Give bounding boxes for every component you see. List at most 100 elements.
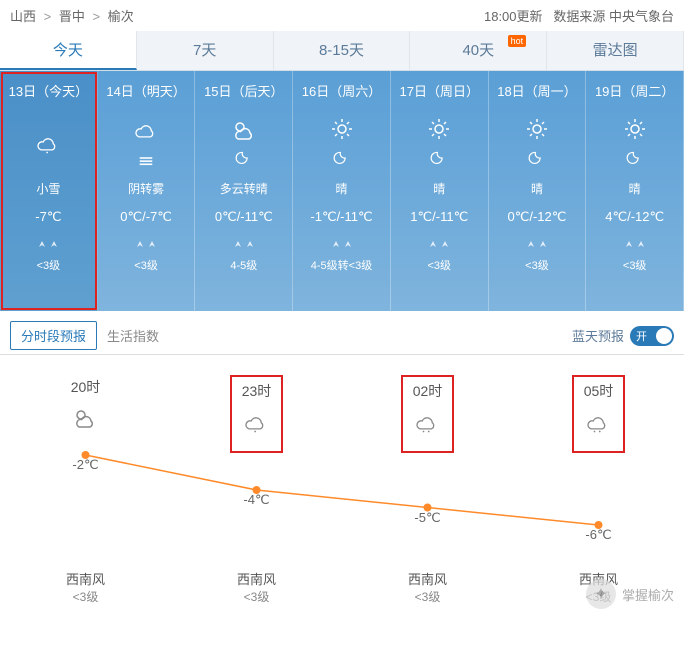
tab-8-15day[interactable]: 8-15天 — [274, 31, 411, 70]
day-desc: 晴 — [433, 180, 445, 197]
day-temp: 4℃/-12℃ — [605, 209, 664, 225]
hour-col-2: 02时 -5℃ 西南风<3级 — [342, 375, 513, 615]
bc-lvl1[interactable]: 山西 — [10, 9, 36, 24]
toggle-label: 开 — [636, 328, 647, 344]
watermark: ✦ 掌握榆次 — [586, 579, 674, 609]
hour-time: 23时 — [242, 381, 272, 401]
day-desc: 晴 — [336, 180, 348, 197]
hot-badge: hot — [508, 35, 527, 47]
hour-weather-icon — [584, 407, 614, 437]
hour-temp: -4℃ — [171, 492, 342, 508]
day-desc: 多云转晴 — [220, 180, 268, 197]
day-wind-level: <3级 — [623, 257, 647, 273]
wind-arrows-icon — [135, 239, 157, 249]
tab-40day[interactable]: 40天 hot — [410, 31, 547, 70]
tab-7day[interactable]: 7天 — [137, 31, 274, 70]
hour-time: 05时 — [584, 381, 614, 401]
day-wind-level: <3级 — [37, 257, 61, 273]
toggle-knob — [656, 328, 672, 344]
weather-icon — [132, 112, 160, 172]
hour-box: 23时 — [230, 375, 284, 453]
hour-time: 20时 — [71, 377, 101, 397]
day-date: 15日（后天） — [204, 81, 283, 100]
subtab-life[interactable]: 生活指数 — [97, 322, 169, 349]
hour-wind-dir: 西南风 — [0, 569, 171, 588]
bc-sep: > — [93, 9, 101, 24]
update-source: 数据来源 中央气象台 — [553, 9, 674, 24]
hour-wind-level: <3级 — [171, 588, 342, 605]
weather-icon — [425, 112, 453, 172]
day-wind-level: <3级 — [525, 257, 549, 273]
tab-radar[interactable]: 雷达图 — [547, 31, 684, 70]
day-col-6[interactable]: 19日（周二） 晴 4℃/-12℃ <3级 — [586, 71, 684, 311]
day-date: 19日（周二） — [595, 81, 674, 100]
wind-arrows-icon — [233, 239, 255, 249]
day-temp: 0℃/-7℃ — [120, 209, 172, 225]
day-col-2[interactable]: 15日（后天） 多云转晴 0℃/-11℃ 4-5级 — [195, 71, 293, 311]
day-date: 17日（周日） — [400, 81, 479, 100]
update-info: 18:00更新 数据来源 中央气象台 — [484, 6, 674, 25]
day-desc: 阴转雾 — [128, 180, 164, 197]
hour-wind-dir: 西南风 — [342, 569, 513, 588]
hour-col-0: 20时 -2℃ 西南风<3级 — [0, 375, 171, 615]
hour-wind-level: <3级 — [0, 588, 171, 605]
bluesky-toggle[interactable]: 开 — [630, 326, 674, 346]
weather-icon — [230, 112, 258, 172]
day-temp: 0℃/-12℃ — [508, 209, 567, 225]
subtab-hourly[interactable]: 分时段预报 — [10, 321, 97, 350]
tab-40day-label: 40天 — [462, 42, 494, 59]
weather-icon — [34, 112, 62, 172]
wind-arrows-icon — [37, 239, 59, 249]
hourly-forecast: 20时-2℃西南风<3级23时-4℃西南风<3级02时-5℃西南风<3级05时-… — [0, 355, 684, 615]
hour-box: 02时 — [401, 375, 455, 453]
day-wind-level: <3级 — [134, 257, 158, 273]
day-temp: -1℃/-11℃ — [310, 209, 372, 225]
hour-weather-icon — [242, 407, 272, 437]
bluesky-label: 蓝天预报 — [572, 326, 624, 345]
wind-arrows-icon — [331, 239, 353, 249]
weather-icon — [621, 112, 649, 172]
hour-wind-level: <3级 — [342, 588, 513, 605]
day-desc: 晴 — [531, 180, 543, 197]
hour-wind-dir: 西南风 — [171, 569, 342, 588]
day-col-5[interactable]: 18日（周一） 晴 0℃/-12℃ <3级 — [489, 71, 587, 311]
day-wind-level: 4-5级转<3级 — [311, 257, 372, 273]
bluesky-forecast: 蓝天预报 开 — [572, 326, 674, 346]
tab-today[interactable]: 今天 — [0, 31, 137, 70]
day-desc: 晴 — [629, 180, 641, 197]
day-date: 16日（周六） — [302, 81, 381, 100]
wind-arrows-icon — [428, 239, 450, 249]
hour-temp: -6℃ — [513, 527, 684, 543]
sub-tabs: 分时段预报 生活指数 蓝天预报 开 — [0, 311, 684, 355]
days-row: 13日（今天） 小雪 -7℃ <3级 14日（明天） 阴转雾 0℃/-7℃ <3级 15日（后天… — [0, 71, 684, 311]
hour-weather-icon — [71, 403, 101, 433]
day-temp: 0℃/-11℃ — [215, 209, 273, 225]
day-col-4[interactable]: 17日（周日） 晴 1℃/-11℃ <3级 — [391, 71, 489, 311]
day-date: 18日（周一） — [497, 81, 576, 100]
day-temp: 1℃/-11℃ — [410, 209, 468, 225]
day-desc: 小雪 — [36, 180, 60, 197]
day-col-1[interactable]: 14日（明天） 阴转雾 0℃/-7℃ <3级 — [98, 71, 196, 311]
wind-arrows-icon — [624, 239, 646, 249]
weather-icon — [328, 112, 356, 172]
day-col-3[interactable]: 16日（周六） 晴 -1℃/-11℃ 4-5级转<3级 — [293, 71, 391, 311]
hour-weather-icon — [413, 407, 443, 437]
day-date: 13日（今天） — [9, 81, 88, 100]
day-wind-level: 4-5级 — [230, 257, 257, 273]
watermark-icon: ✦ — [586, 579, 616, 609]
watermark-text: 掌握榆次 — [622, 585, 674, 604]
day-col-0[interactable]: 13日（今天） 小雪 -7℃ <3级 — [0, 71, 98, 311]
hour-temp: -5℃ — [342, 510, 513, 526]
hour-temp: -2℃ — [0, 457, 171, 473]
hour-box: 05时 — [572, 375, 626, 453]
day-temp: -7℃ — [35, 209, 61, 225]
day-wind-level: <3级 — [427, 257, 451, 273]
bc-lvl2[interactable]: 晋中 — [59, 9, 85, 24]
weather-icon — [523, 112, 551, 172]
hour-box: 20时 — [65, 375, 107, 441]
header-row: 山西 > 晋中 > 榆次 18:00更新 数据来源 中央气象台 — [0, 0, 684, 31]
day-date: 14日（明天） — [106, 81, 185, 100]
update-time: 18:00更新 — [484, 9, 543, 24]
bc-lvl3[interactable]: 榆次 — [108, 9, 134, 24]
wind-arrows-icon — [526, 239, 548, 249]
